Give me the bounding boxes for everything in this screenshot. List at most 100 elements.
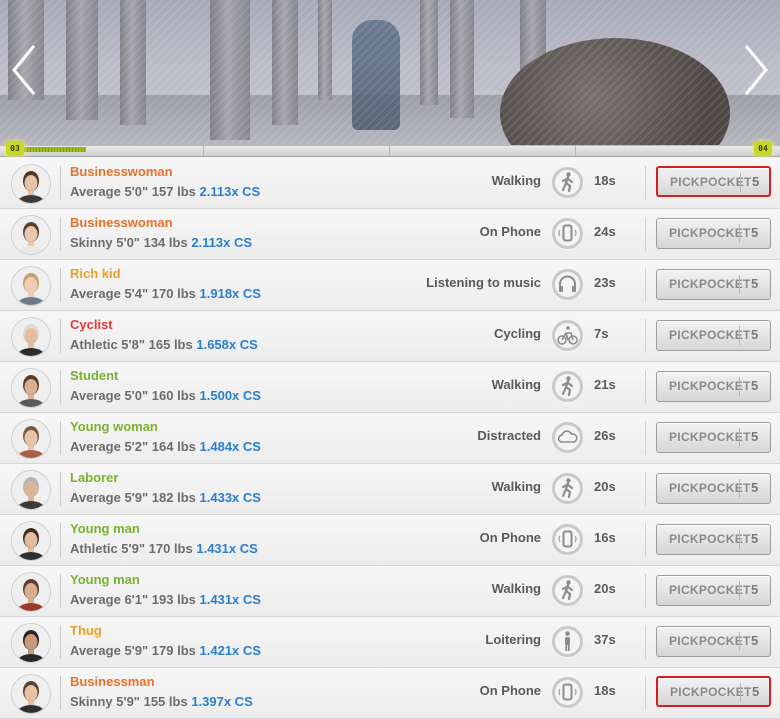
target-weight: 164 lbs [151,439,196,454]
pickpocket-cost: 5 [751,276,759,291]
pickpocket-button[interactable]: PICKPOCKET 5 [656,218,771,249]
portrait-image [12,522,50,560]
target-name: Businesswoman [70,164,173,179]
target-build: Athletic [70,541,118,556]
target-height: 5'4" [124,286,149,301]
portrait-image [12,369,50,407]
target-build: Skinny [70,235,113,250]
bicycle-icon [552,320,583,351]
pickpocket-button[interactable]: PICKPOCKET 5 [656,269,771,300]
avatar [11,164,51,204]
activity-icon-badge [551,370,584,403]
time-remaining: 23s [594,275,616,290]
target-row: Young man Athletic 5'9" 170 lbs 1.431x CS… [0,515,780,566]
target-weight: 179 lbs [151,643,196,658]
target-build: Average [70,490,121,505]
activity-icon-badge [551,523,584,556]
pickpocket-button[interactable]: PICKPOCKET 5 [656,575,771,606]
row-divider [60,421,61,455]
target-stats: Athletic 5'9" 170 lbs 1.431x CS [70,541,258,556]
chevron-right-icon [744,45,768,95]
cs-multiplier: 1.433x CS [199,490,261,505]
target-row: Businesswoman Skinny 5'0" 134 lbs 2.113x … [0,209,780,260]
target-height: 5'9" [124,643,149,658]
previous-arrow-button[interactable] [4,40,44,100]
button-divider [739,428,740,447]
pickpocket-button[interactable]: PICKPOCKET 5 [656,676,771,707]
pickpocket-cost: 5 [751,633,759,648]
time-remaining: 7s [594,326,609,341]
target-row: Rich kid Average 5'4" 170 lbs 1.918x CS Li… [0,260,780,311]
pickpocket-button[interactable]: PICKPOCKET 5 [656,524,771,555]
pickpocket-button[interactable]: PICKPOCKET 5 [656,371,771,402]
phone-icon [552,218,583,249]
activity-icon-badge [551,268,584,301]
avatar [11,521,51,561]
avatar [11,572,51,612]
target-row: Laborer Average 5'9" 182 lbs 1.433x CS Wal… [0,464,780,515]
target-stats: Average 6'1" 193 lbs 1.431x CS [70,592,261,607]
target-weight: 193 lbs [151,592,196,607]
pickpocket-button[interactable]: PICKPOCKET 5 [656,320,771,351]
target-stats: Athletic 5'8" 165 lbs 1.658x CS [70,337,258,352]
target-row: Student Average 5'0" 160 lbs 1.500x CS Wal… [0,362,780,413]
time-remaining: 37s [594,632,616,647]
pickpocket-cost: 5 [751,582,759,597]
activity-icon-badge [551,217,584,250]
target-build: Average [70,286,121,301]
timeline-start-badge: 03 [6,141,24,156]
avatar [11,419,51,459]
target-stats: Average 5'0" 157 lbs 2.113x CS [70,184,260,199]
target-height: 5'9" [116,694,140,709]
scanline-overlay [0,0,780,150]
target-weight: 160 lbs [151,388,196,403]
row-divider [60,676,61,710]
button-divider [739,530,740,549]
activity-label: Distracted [477,428,541,443]
time-remaining: 20s [594,581,616,596]
timeline-tick [575,146,576,156]
time-remaining: 24s [594,224,616,239]
portrait-image [12,165,50,203]
timeline-tick [389,146,390,156]
row-divider [645,319,646,353]
target-height: 5'0" [116,235,140,250]
pickpocket-button[interactable]: PICKPOCKET 5 [656,166,771,197]
pickpocket-button[interactable]: PICKPOCKET 5 [656,473,771,504]
avatar [11,674,51,714]
phone-icon [552,677,583,708]
activity-label: Loitering [485,632,541,647]
target-build: Average [70,388,121,403]
target-build: Athletic [70,337,118,352]
cs-multiplier: 2.113x CS [191,235,253,250]
button-divider [740,683,741,702]
walking-icon [552,575,583,606]
target-build: Average [70,184,121,199]
portrait-image [12,216,50,254]
portrait-image [12,318,50,356]
target-height: 5'9" [124,490,149,505]
target-height: 6'1" [124,592,149,607]
time-remaining: 18s [594,173,616,188]
target-name: Thug [70,623,102,638]
activity-label: Walking [491,581,541,596]
activity-label: Listening to music [426,275,541,290]
next-arrow-button[interactable] [736,40,776,100]
pickpocket-button[interactable]: PICKPOCKET 5 [656,626,771,657]
row-divider [645,268,646,302]
button-divider [739,581,740,600]
row-divider [645,574,646,608]
activity-icon-badge [551,166,584,199]
time-progress-bar: 03 04 [0,138,780,160]
pickpocket-button[interactable]: PICKPOCKET 5 [656,422,771,453]
activity-label: Walking [491,173,541,188]
portrait-image [12,267,50,305]
row-divider [645,370,646,404]
target-stats: Average 5'2" 164 lbs 1.484x CS [70,439,261,454]
cs-multiplier: 1.397x CS [191,694,253,709]
pickpocket-cost: 5 [752,174,760,189]
target-weight: 157 lbs [151,184,196,199]
row-divider [60,523,61,557]
activity-icon-badge [551,625,584,658]
row-divider [60,268,61,302]
